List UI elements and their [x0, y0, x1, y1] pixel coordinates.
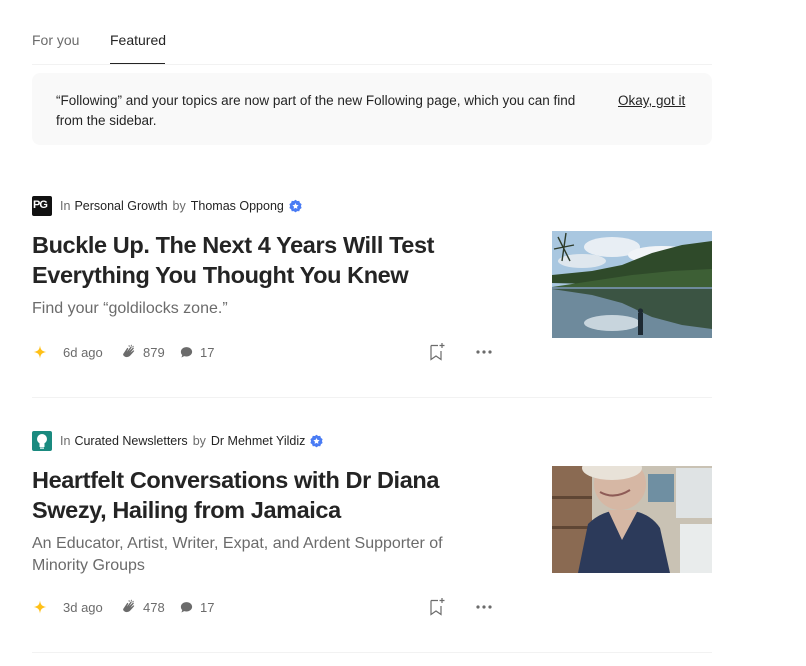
article-title[interactable]: Heartfelt Conversations with Dr Diana Sw…: [32, 465, 512, 525]
article-title[interactable]: Buckle Up. The Next 4 Years Will Test Ev…: [32, 230, 512, 290]
publication-logo[interactable]: PG: [32, 196, 52, 216]
by-label: by: [172, 199, 186, 213]
responses-count[interactable]: 17: [179, 342, 214, 362]
member-only-star-icon: [32, 597, 48, 617]
article-meta: 6d ago 879 17: [32, 342, 502, 362]
article-card: PG In Personal Growth by Thomas Oppong B…: [32, 190, 712, 398]
by-label: by: [192, 434, 206, 448]
author-name[interactable]: Thomas Oppong: [191, 199, 284, 213]
more-options-icon[interactable]: [474, 597, 494, 617]
claps-count[interactable]: 879: [120, 342, 165, 362]
comment-icon: [180, 346, 193, 357]
more-options-icon[interactable]: [474, 342, 494, 362]
author-name[interactable]: Dr Mehmet Yildiz: [211, 434, 305, 448]
byline: PG In Personal Growth by Thomas Oppong: [32, 195, 303, 217]
article-card: In Curated Newsletters by Dr Mehmet Yild…: [32, 425, 712, 653]
publish-date: 6d ago: [63, 344, 103, 360]
bookmark-add-icon[interactable]: [428, 342, 446, 362]
member-only-star-icon: [32, 342, 48, 362]
comment-icon: [180, 601, 193, 612]
tab-for-you[interactable]: For you: [32, 31, 79, 49]
article-subtitle[interactable]: Find your “goldilocks zone.”: [32, 298, 472, 320]
byline: In Curated Newsletters by Dr Mehmet Yild…: [32, 430, 324, 452]
publication-name[interactable]: Personal Growth: [74, 199, 167, 213]
claps-count[interactable]: 478: [120, 597, 165, 617]
publication-name[interactable]: Curated Newsletters: [74, 434, 187, 448]
clap-icon: [123, 599, 135, 613]
lightbulb-icon[interactable]: [32, 431, 52, 451]
article-thumbnail[interactable]: [552, 466, 712, 573]
tab-featured[interactable]: Featured: [110, 31, 166, 49]
publish-date: 3d ago: [63, 599, 103, 615]
dismiss-notice-link[interactable]: Okay, got it: [618, 91, 685, 111]
verified-badge-icon: [289, 199, 302, 212]
clap-icon: [123, 344, 135, 358]
in-label: In: [60, 434, 71, 448]
notice-text: “Following” and your topics are now part…: [56, 93, 576, 128]
article-subtitle[interactable]: An Educator, Artist, Writer, Expat, and …: [32, 533, 472, 577]
verified-badge-icon: [310, 434, 323, 447]
in-label: In: [60, 199, 71, 213]
article-thumbnail[interactable]: [552, 231, 712, 338]
feed-page: For you Featured “Following” and your to…: [0, 0, 806, 666]
following-notice-banner: “Following” and your topics are now part…: [32, 73, 712, 145]
feed-tabs: For you Featured: [32, 0, 712, 65]
article-meta: 3d ago 478 17: [32, 597, 502, 617]
responses-count[interactable]: 17: [179, 597, 214, 617]
active-tab-indicator: [110, 63, 165, 64]
bookmark-add-icon[interactable]: [428, 597, 446, 617]
